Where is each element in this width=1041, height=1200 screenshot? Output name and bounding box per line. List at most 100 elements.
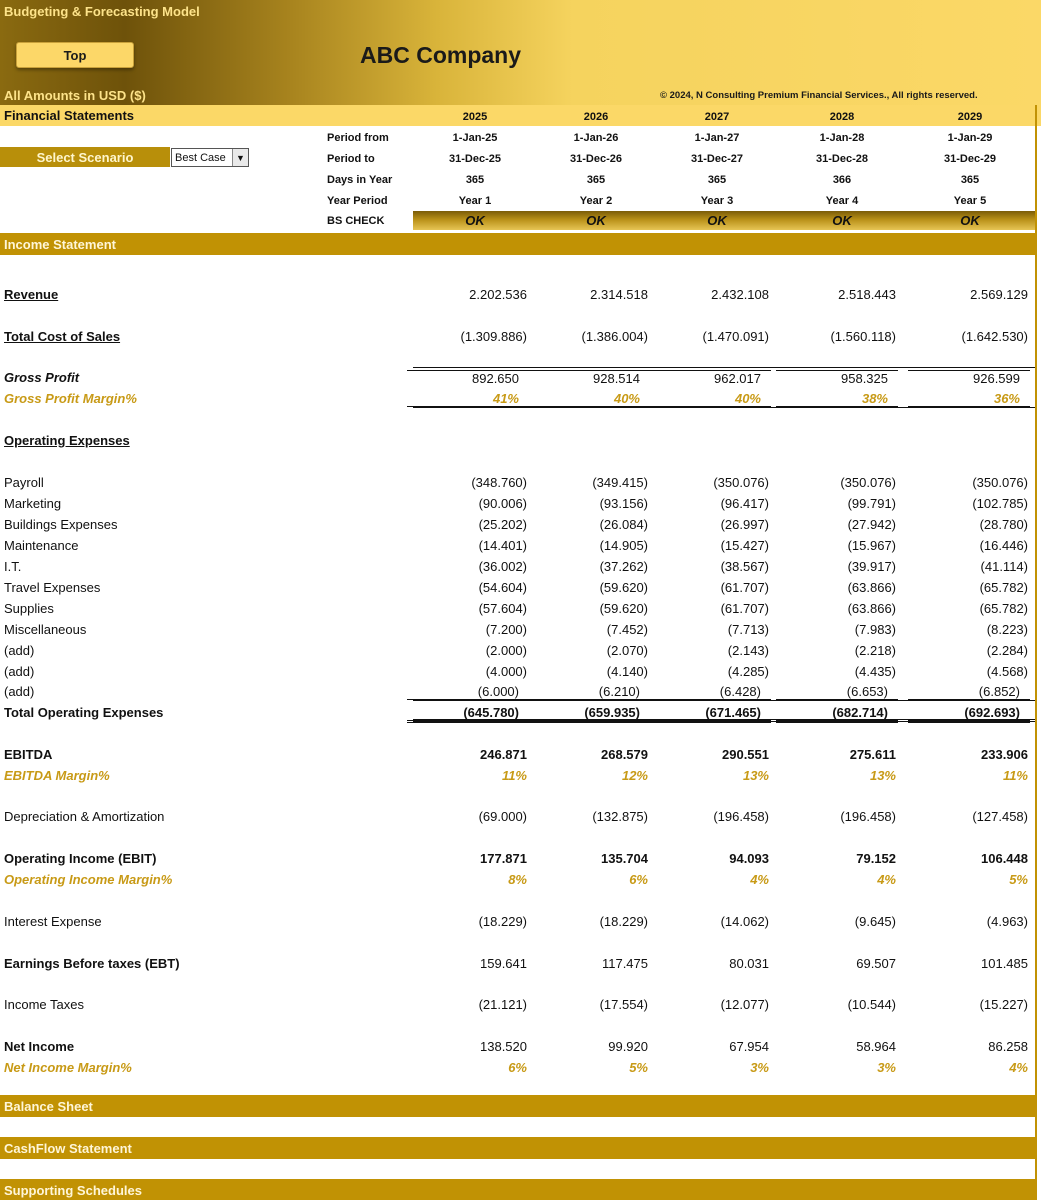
table-cell[interactable]: (350.076) bbox=[786, 475, 896, 490]
table-cell[interactable]: (7.452) bbox=[538, 622, 648, 637]
top-button[interactable]: Top bbox=[16, 42, 134, 68]
table-cell[interactable]: (2.143) bbox=[659, 643, 769, 658]
table-cell[interactable]: (59.620) bbox=[538, 580, 648, 595]
table-cell[interactable]: (57.604) bbox=[417, 601, 527, 616]
section-balance-sheet[interactable]: Balance Sheet bbox=[0, 1095, 1035, 1117]
table-cell[interactable]: 3% bbox=[659, 1060, 769, 1075]
table-cell[interactable]: (16.446) bbox=[918, 538, 1028, 553]
table-cell[interactable]: (99.791) bbox=[786, 496, 896, 511]
table-cell[interactable]: 4% bbox=[786, 872, 896, 887]
table-cell[interactable]: 79.152 bbox=[786, 851, 896, 866]
table-cell[interactable]: (12.077) bbox=[659, 997, 769, 1012]
table-cell[interactable]: (61.707) bbox=[659, 580, 769, 595]
section-cashflow-statement[interactable]: CashFlow Statement bbox=[0, 1137, 1035, 1159]
table-cell[interactable]: (1.309.886) bbox=[417, 329, 528, 344]
table-cell[interactable]: (4.568) bbox=[918, 664, 1028, 679]
table-cell[interactable]: 8% bbox=[417, 872, 527, 887]
table-cell[interactable]: 2.569.129 bbox=[918, 287, 1028, 302]
table-cell[interactable]: 2.314.518 bbox=[538, 287, 648, 302]
table-cell[interactable]: 6% bbox=[538, 872, 648, 887]
table-cell[interactable]: (4.000) bbox=[417, 664, 527, 679]
table-cell[interactable]: 2.202.536 bbox=[417, 287, 527, 302]
chevron-down-icon[interactable]: ▼ bbox=[232, 149, 248, 166]
table-cell[interactable]: (61.707) bbox=[659, 601, 769, 616]
table-cell[interactable]: (41.114) bbox=[918, 559, 1028, 574]
table-cell[interactable]: (4.963) bbox=[918, 914, 1028, 929]
table-cell[interactable]: (9.645) bbox=[786, 914, 896, 929]
table-cell[interactable]: 67.954 bbox=[659, 1039, 769, 1054]
table-cell[interactable]: (1.386.004) bbox=[538, 329, 649, 344]
table-cell[interactable]: (54.604) bbox=[417, 580, 527, 595]
table-cell[interactable]: (37.262) bbox=[538, 559, 648, 574]
table-cell[interactable]: (2.284) bbox=[918, 643, 1028, 658]
table-cell[interactable]: (349.415) bbox=[538, 475, 648, 490]
table-cell[interactable]: (26.997) bbox=[659, 517, 769, 532]
table-cell[interactable]: (15.227) bbox=[918, 997, 1028, 1012]
table-cell[interactable]: 159.641 bbox=[417, 956, 527, 971]
table-cell[interactable]: (102.785) bbox=[918, 496, 1028, 511]
table-cell[interactable]: 2.432.108 bbox=[659, 287, 769, 302]
table-cell[interactable]: 13% bbox=[659, 768, 769, 783]
table-cell[interactable]: 290.551 bbox=[659, 747, 769, 762]
table-cell[interactable]: (348.760) bbox=[417, 475, 527, 490]
table-cell[interactable]: 135.704 bbox=[538, 851, 648, 866]
table-cell[interactable]: 3% bbox=[786, 1060, 896, 1075]
table-cell[interactable]: (18.229) bbox=[538, 914, 648, 929]
table-cell[interactable]: 106.448 bbox=[918, 851, 1028, 866]
table-cell[interactable]: 275.611 bbox=[786, 747, 896, 762]
table-cell[interactable]: 11% bbox=[417, 768, 527, 783]
table-cell[interactable]: (96.417) bbox=[659, 496, 769, 511]
table-cell[interactable]: 117.475 bbox=[538, 956, 648, 971]
table-cell[interactable]: (2.218) bbox=[786, 643, 896, 658]
table-cell[interactable]: (350.076) bbox=[659, 475, 769, 490]
table-cell[interactable]: (350.076) bbox=[918, 475, 1028, 490]
table-cell[interactable]: (15.967) bbox=[786, 538, 896, 553]
table-cell[interactable]: (1.470.091) bbox=[659, 329, 770, 344]
table-cell[interactable]: (63.866) bbox=[786, 601, 896, 616]
table-cell[interactable]: 58.964 bbox=[786, 1039, 896, 1054]
table-cell[interactable]: (26.084) bbox=[538, 517, 648, 532]
table-cell[interactable]: 268.579 bbox=[538, 747, 648, 762]
section-income-statement[interactable]: Income Statement bbox=[0, 233, 1035, 255]
table-cell[interactable]: (25.202) bbox=[417, 517, 527, 532]
table-cell[interactable]: (10.544) bbox=[786, 997, 896, 1012]
table-cell[interactable]: (14.062) bbox=[659, 914, 769, 929]
table-cell[interactable]: (14.401) bbox=[417, 538, 527, 553]
table-cell[interactable]: (7.983) bbox=[786, 622, 896, 637]
table-cell[interactable]: (90.006) bbox=[417, 496, 527, 511]
table-cell[interactable]: (7.200) bbox=[417, 622, 527, 637]
table-cell[interactable]: (14.905) bbox=[538, 538, 648, 553]
table-cell[interactable]: 4% bbox=[659, 872, 769, 887]
table-cell[interactable]: (127.458) bbox=[918, 809, 1028, 824]
table-cell[interactable]: (65.782) bbox=[918, 580, 1028, 595]
table-cell[interactable]: (2.070) bbox=[538, 643, 648, 658]
table-cell[interactable]: (4.140) bbox=[538, 664, 648, 679]
table-cell[interactable]: (38.567) bbox=[659, 559, 769, 574]
table-cell[interactable]: (132.875) bbox=[538, 809, 648, 824]
table-cell[interactable]: (39.917) bbox=[786, 559, 896, 574]
table-cell[interactable]: (2.000) bbox=[417, 643, 527, 658]
table-cell[interactable]: (27.942) bbox=[786, 517, 896, 532]
scenario-dropdown[interactable]: Best Case ▼ bbox=[171, 148, 249, 167]
table-cell[interactable]: (65.782) bbox=[918, 601, 1028, 616]
table-cell[interactable]: 233.906 bbox=[918, 747, 1028, 762]
table-cell[interactable]: 99.920 bbox=[538, 1039, 648, 1054]
table-cell[interactable]: 246.871 bbox=[417, 747, 527, 762]
table-cell[interactable]: (69.000) bbox=[417, 809, 527, 824]
table-cell[interactable]: 2.518.443 bbox=[786, 287, 896, 302]
table-cell[interactable]: 13% bbox=[786, 768, 896, 783]
table-cell[interactable]: 69.507 bbox=[786, 956, 896, 971]
table-cell[interactable]: (196.458) bbox=[786, 809, 896, 824]
table-cell[interactable]: 80.031 bbox=[659, 956, 769, 971]
table-cell[interactable]: (36.002) bbox=[417, 559, 527, 574]
table-cell[interactable]: (17.554) bbox=[538, 997, 648, 1012]
table-cell[interactable]: 94.093 bbox=[659, 851, 769, 866]
table-cell[interactable]: (18.229) bbox=[417, 914, 527, 929]
table-cell[interactable]: 6% bbox=[417, 1060, 527, 1075]
table-cell[interactable]: (93.156) bbox=[538, 496, 648, 511]
table-cell[interactable]: (15.427) bbox=[659, 538, 769, 553]
table-cell[interactable]: 5% bbox=[538, 1060, 648, 1075]
table-cell[interactable]: 86.258 bbox=[918, 1039, 1028, 1054]
section-supporting-schedules[interactable]: Supporting Schedules bbox=[0, 1179, 1035, 1200]
table-cell[interactable]: (4.285) bbox=[659, 664, 769, 679]
